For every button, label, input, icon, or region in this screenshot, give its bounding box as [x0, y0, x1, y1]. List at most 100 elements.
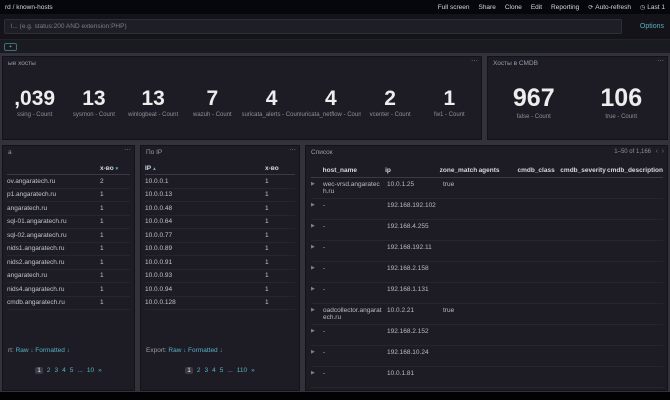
export-formatted-link[interactable]: Formatted [188, 347, 218, 354]
edit-button[interactable]: Edit [531, 4, 542, 11]
table-row: ▶ - 192.168.10.24 [311, 346, 663, 367]
share-button[interactable]: Share [478, 4, 495, 11]
ip-cell[interactable]: 10.0.0.64 [145, 218, 265, 225]
page-button[interactable]: 3 [55, 367, 59, 374]
ip-column-header[interactable]: IP▴ [145, 165, 265, 172]
count-cell: 1 [100, 191, 130, 198]
table-row: ov.angaratech.ru2 [7, 175, 130, 189]
column-header[interactable]: ip [385, 167, 440, 174]
next-page-icon[interactable]: › [662, 148, 664, 155]
expand-row-icon[interactable]: ▶ [311, 244, 323, 250]
host-cell[interactable]: sql-02.angaratech.ru [7, 232, 100, 239]
host-cell[interactable]: nids2.angaratech.ru [7, 259, 100, 266]
column-header[interactable]: zone_match [440, 167, 479, 174]
time-picker-button[interactable]: ◷Last 1 [640, 4, 665, 11]
options-link[interactable]: Options [640, 23, 664, 30]
ip-cell[interactable]: 10.0.0.128 [145, 299, 265, 306]
page-button[interactable]: 4 [212, 367, 216, 374]
page-button[interactable]: 2 [197, 367, 201, 374]
column-header[interactable]: host_name [323, 167, 385, 174]
ip-table: IP▴ x-во 10.0.0.11 10.0.0.131 10.0.0.481… [145, 162, 295, 310]
count-cell: 1 [265, 259, 295, 266]
page-button[interactable]: 5 [220, 367, 224, 374]
ip-cell[interactable]: 10.0.0.91 [145, 259, 265, 266]
top-nav: rd / known-hosts Full screen Share Clone… [0, 0, 670, 14]
next-page-button[interactable]: » [251, 367, 255, 374]
expand-row-icon[interactable]: ▶ [311, 328, 323, 334]
clone-button[interactable]: Clone [505, 4, 522, 11]
host-name-cell: - [323, 370, 387, 377]
host-cell[interactable]: angaratech.ru [7, 205, 100, 212]
host-cell[interactable]: nids4.angaratech.ru [7, 286, 100, 293]
expand-row-icon[interactable]: ▶ [311, 286, 323, 292]
export-label: rt: [8, 347, 14, 354]
count-column-header[interactable]: x-во [265, 165, 295, 172]
count-cell: 1 [265, 218, 295, 225]
host-cell[interactable]: sql-01.angaratech.ru [7, 218, 100, 225]
column-header[interactable]: agents [479, 167, 518, 174]
expand-row-icon[interactable]: ▶ [311, 370, 323, 376]
ip-cell[interactable]: 10.0.0.48 [145, 205, 265, 212]
metric-value: 2 [384, 88, 396, 109]
page-button[interactable]: 1 [185, 367, 193, 374]
expand-row-icon[interactable]: ▶ [311, 223, 323, 229]
page-button[interactable]: 10 [87, 367, 94, 374]
metric-label: true - Count [605, 114, 637, 120]
next-page-button[interactable]: » [98, 367, 102, 374]
ip-cell[interactable]: 10.0.0.13 [145, 191, 265, 198]
metric: 4 suricata_alerts - Count [242, 73, 301, 133]
ip-cell[interactable]: 10.0.0.94 [145, 286, 265, 293]
expand-row-icon[interactable]: ▶ [311, 181, 323, 187]
column-header[interactable]: cmdb_description [607, 167, 663, 174]
export-formatted-link[interactable]: Formatted [35, 347, 65, 354]
column-header[interactable]: cmdb_class [517, 167, 560, 174]
expand-row-icon[interactable]: ▶ [311, 265, 323, 271]
metric-label: vcenter - Count [370, 112, 411, 118]
host-cell[interactable]: p1.angaratech.ru [7, 191, 100, 198]
full-screen-button[interactable]: Full screen [438, 4, 470, 11]
panel-menu-icon[interactable]: ⋯ [657, 57, 664, 65]
page-button[interactable]: 2 [47, 367, 51, 374]
page-button[interactable]: 3 [204, 367, 208, 374]
page-button[interactable]: 4 [62, 367, 66, 374]
expand-row-icon[interactable]: ▶ [311, 349, 323, 355]
add-filter-chip[interactable]: + [4, 43, 17, 51]
host-name-cell: - [323, 286, 387, 293]
ip-cell[interactable]: 10.0.0.77 [145, 232, 265, 239]
host-cell[interactable]: cmdb.angaratech.ru [7, 299, 100, 306]
host-cell[interactable]: nids1.angaratech.ru [7, 245, 100, 252]
page-button[interactable]: 5 [70, 367, 74, 374]
panel-by-host: а ⋯ x-во▾ ov.angaratech.ru2 p1.angaratec… [2, 145, 135, 391]
host-cell[interactable]: angaratech.ru [7, 272, 100, 279]
count-cell: 1 [265, 299, 295, 306]
ip-cell[interactable]: 10.0.0.93 [145, 272, 265, 279]
host-cell[interactable]: ov.angaratech.ru [7, 178, 100, 185]
panel-menu-icon[interactable]: ⋯ [124, 146, 131, 154]
export-raw-link[interactable]: Raw [168, 347, 181, 354]
panel-menu-icon[interactable]: ⋯ [471, 57, 478, 65]
count-column-header[interactable]: x-во▾ [100, 165, 130, 172]
auto-refresh-button[interactable]: ⟳Auto-refresh [588, 4, 631, 11]
zone-match-cell: true [443, 307, 483, 314]
panel-title: а [8, 149, 12, 156]
ip-cell[interactable]: 10.0.0.89 [145, 245, 265, 252]
ip-cell[interactable]: 10.0.0.1 [145, 178, 265, 185]
column-header[interactable]: cmdb_severity [560, 167, 607, 174]
table-row: nids4.angaratech.ru1 [7, 283, 130, 297]
download-icon: ↓ [67, 348, 70, 354]
panel-menu-icon[interactable]: ⋯ [289, 146, 296, 154]
page-ellipsis: ... [227, 367, 232, 374]
count-cell: 1 [100, 232, 130, 239]
page-button[interactable]: 110 [237, 367, 247, 374]
count-cell: 2 [100, 178, 130, 185]
reporting-button[interactable]: Reporting [551, 4, 579, 11]
expand-row-icon[interactable]: ▶ [311, 307, 323, 313]
ip-cell: 192.168.4.255 [387, 223, 443, 230]
search-input[interactable]: l... (e.g. status:200 AND extension:PHP) [4, 19, 622, 34]
page-button[interactable]: 1 [35, 367, 43, 374]
expand-row-icon[interactable]: ▶ [311, 202, 323, 208]
prev-page-icon[interactable]: ‹ [656, 148, 658, 155]
table-row: ▶ - 192.168.4.255 [311, 220, 663, 241]
export-raw-link[interactable]: Raw [16, 347, 29, 354]
table-row: ▶ - 192.168.192.11 [311, 241, 663, 262]
